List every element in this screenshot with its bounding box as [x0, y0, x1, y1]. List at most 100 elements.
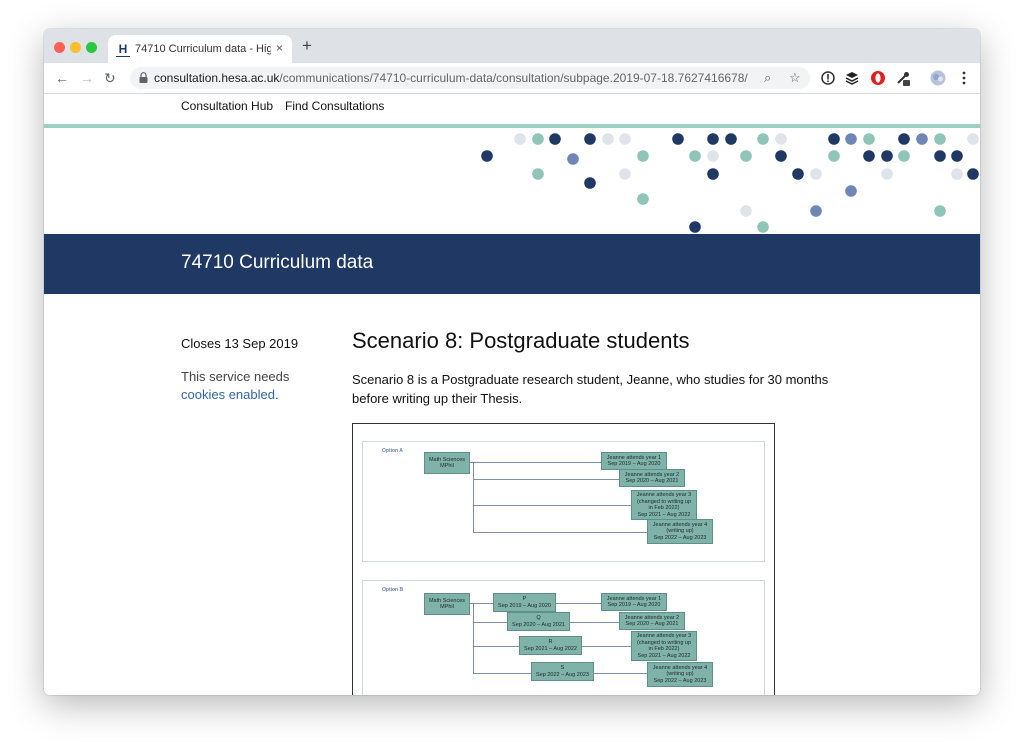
page-banner: 74710 Curriculum data — [44, 234, 980, 294]
option-b-year-1-node: Jeanne attends year 1 Sep 2019 – Aug 202… — [601, 593, 667, 611]
decorative-dot — [689, 150, 701, 162]
url-text: consultation.hesa.ac.uk/communications/7… — [154, 71, 748, 85]
decorative-dot — [740, 205, 752, 217]
decorative-dot — [725, 133, 737, 145]
decorative-dot — [549, 133, 561, 145]
option-b-label: Option B — [382, 587, 404, 593]
decorative-dot — [845, 133, 857, 145]
decorative-dot — [951, 150, 963, 162]
decorative-dot — [775, 133, 787, 145]
option-a-year-3-node: Jeanne attends year 3 (changed to writin… — [631, 490, 697, 520]
option-b-panel: Option B Math Sciences MPhil P Sep 2019 … — [362, 580, 765, 695]
decorative-dot — [602, 133, 614, 145]
instance-s-node: S Sep 2022 – Aug 2023 — [531, 662, 594, 681]
tab-close-icon[interactable]: × — [276, 41, 283, 55]
instance-r-node: R Sep 2021 – Aug 2022 — [519, 636, 582, 655]
decorative-dot — [967, 168, 979, 180]
banner-title: 74710 Curriculum data — [181, 252, 374, 273]
decorative-dot — [898, 150, 910, 162]
decorative-dot — [637, 193, 649, 205]
nav-consultation-hub[interactable]: Consultation Hub — [181, 99, 273, 113]
decorative-dot — [757, 133, 769, 145]
decorative-dot — [934, 150, 946, 162]
decorative-dot — [689, 221, 701, 233]
decorative-dot — [863, 150, 875, 162]
decorative-dot — [532, 133, 544, 145]
decorative-dot — [881, 150, 893, 162]
back-arrow-icon[interactable]: ← — [55, 69, 69, 87]
address-bar[interactable]: consultation.hesa.ac.uk/communications/7… — [130, 67, 810, 89]
decorative-dot — [898, 133, 910, 145]
decorative-dot — [810, 205, 822, 217]
decorative-dot — [740, 150, 752, 162]
site-nav: Consultation Hub Find Consultations — [44, 94, 980, 124]
lock-icon — [139, 72, 148, 83]
decorative-dot — [637, 150, 649, 162]
decorative-dot — [532, 168, 544, 180]
cookies-enabled-link[interactable]: cookies enabled — [181, 387, 275, 402]
decorative-dot — [707, 168, 719, 180]
decorative-dot — [775, 150, 787, 162]
maximize-traffic-light[interactable] — [86, 42, 97, 53]
decorative-dot — [584, 133, 596, 145]
scenario-diagram: Option A Math Sciences MPhil Jeanne atte… — [352, 423, 775, 695]
decorative-dot — [967, 133, 979, 145]
decorative-dot-pattern — [481, 133, 979, 233]
forward-arrow-icon[interactable]: → — [80, 69, 94, 87]
nav-find-consultations[interactable]: Find Consultations — [285, 99, 384, 113]
decorative-dot — [810, 168, 822, 180]
decorative-dot — [828, 150, 840, 162]
decorative-dot — [514, 133, 526, 145]
zoom-icon[interactable]: ⌕ — [764, 70, 771, 86]
option-a-year-2-node: Jeanne attends year 2 Sep 2020 – Aug 202… — [619, 469, 685, 487]
decorative-dot — [881, 168, 893, 180]
option-a-panel: Option A Math Sciences MPhil Jeanne atte… — [362, 441, 765, 562]
instance-q-node: Q Sep 2020 – Aug 2021 — [507, 612, 570, 631]
eyedropper-icon[interactable] — [895, 70, 911, 86]
info-icon[interactable] — [820, 70, 836, 86]
decorative-dot — [951, 168, 963, 180]
minimize-traffic-light[interactable] — [70, 42, 81, 53]
avatar-icon[interactable] — [930, 70, 946, 86]
option-b-year-2-node: Jeanne attends year 2 Sep 2020 – Aug 202… — [619, 612, 685, 630]
hesa-favicon-icon: H — [116, 42, 130, 57]
decorative-dot — [481, 150, 493, 162]
tab-bar: H 74710 Curriculum data - Highe × + — [44, 29, 980, 63]
browser-window: H 74710 Curriculum data - Highe × + ← → … — [44, 29, 980, 695]
browser-tab[interactable]: H 74710 Curriculum data - Highe × — [108, 35, 292, 63]
decorative-dot — [619, 168, 631, 180]
decorative-dot — [567, 153, 579, 165]
menu-dots-icon[interactable] — [956, 70, 972, 86]
decorative-dot — [672, 133, 684, 145]
option-b-root-node: Math Sciences MPhil — [424, 593, 470, 615]
decorative-dot — [828, 133, 840, 145]
closing-date: Closes 13 Sep 2019 — [181, 336, 299, 351]
reload-icon[interactable]: ↻ — [104, 69, 116, 87]
decorative-dot — [916, 133, 928, 145]
decorative-dot — [934, 205, 946, 217]
close-traffic-light[interactable] — [54, 42, 65, 53]
decorative-dot — [707, 133, 719, 145]
web-page: Consultation Hub Find Consultations 7471… — [44, 94, 980, 695]
decorative-dot — [863, 133, 875, 145]
decorative-dot — [584, 177, 596, 189]
option-b-year-4-node: Jeanne attends year 4 (writing up) Sep 2… — [647, 662, 713, 687]
option-a-year-4-node: Jeanne attends year 4 (writing up) Sep 2… — [647, 519, 713, 544]
star-icon[interactable]: ☆ — [789, 70, 801, 86]
option-a-year-1-node: Jeanne attends year 1 Sep 2019 – Aug 202… — [601, 452, 667, 470]
opera-icon[interactable] — [870, 70, 886, 86]
tab-title: 74710 Curriculum data - Highe — [135, 43, 271, 55]
option-a-root-node: Math Sciences MPhil — [424, 452, 470, 474]
decorative-dot — [619, 133, 631, 145]
decorative-dot — [845, 185, 857, 197]
browser-toolbar: ← → ↻ consultation.hesa.ac.uk/communicat… — [44, 63, 980, 94]
scenario-heading: Scenario 8: Postgraduate students — [352, 328, 690, 353]
cookies-notice: This service needs cookies enabled. — [181, 369, 290, 402]
instance-p-node: P Sep 2019 – Aug 2020 — [493, 593, 556, 612]
scenario-description: Scenario 8 is a Postgraduate research st… — [352, 372, 829, 406]
new-tab-icon[interactable]: + — [302, 36, 312, 56]
option-b-year-3-node: Jeanne attends year 3 (changed to writin… — [631, 631, 697, 661]
decorative-dot — [707, 150, 719, 162]
layers-icon[interactable] — [844, 70, 860, 86]
decorative-dot — [792, 168, 804, 180]
